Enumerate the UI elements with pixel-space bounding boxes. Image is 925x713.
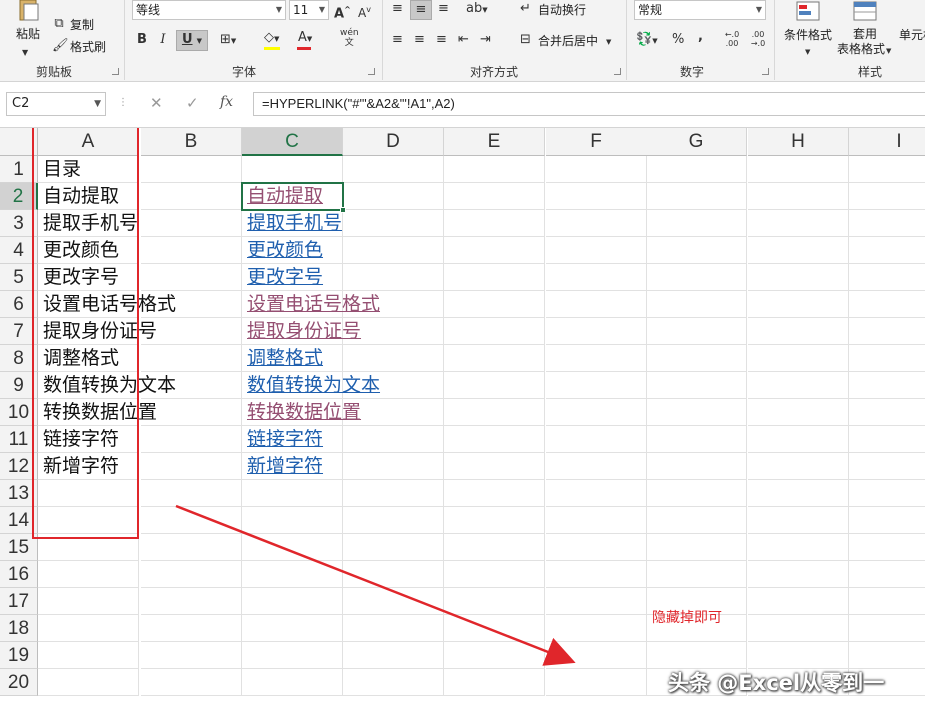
cell-styles-button[interactable]: 单元格	[899, 28, 925, 42]
number-format-select[interactable]: 常规 ▼	[634, 0, 766, 20]
align-middle-icon[interactable]: ≡	[410, 0, 432, 20]
decrease-decimal-button[interactable]: .00 →.0	[748, 30, 768, 48]
fill-color-icon[interactable]: ◇▼	[264, 29, 279, 48]
font-color-icon[interactable]: A▼	[298, 29, 312, 48]
formula-input[interactable]: =HYPERLINK("#'"&A2&"'!A1",A2)	[253, 92, 925, 116]
copy-button[interactable]: 复制	[70, 18, 94, 32]
chevron-down-icon: ▼	[755, 5, 762, 14]
conditional-format-icon	[794, 0, 824, 28]
currency-icon[interactable]: 💱▼	[636, 31, 658, 50]
italic-button[interactable]: I	[156, 31, 170, 49]
align-center-icon[interactable]: ≡	[414, 31, 425, 49]
comma-button[interactable]: ,	[698, 28, 703, 46]
annotation-note: 隐藏掉即可	[652, 610, 722, 626]
phonetic-icon[interactable]: wén 文	[340, 28, 359, 48]
borders-icon[interactable]: ⊞▼	[220, 31, 236, 50]
format-painter-icon: 🖌	[52, 38, 69, 53]
align-right-icon[interactable]: ≡	[436, 31, 447, 49]
alignment-launcher-icon[interactable]	[614, 68, 621, 75]
font-size-select[interactable]: 11 ▼	[289, 0, 329, 20]
alignment-group-label: 对齐方式	[470, 65, 519, 79]
chevron-down-icon[interactable]: ▼	[886, 42, 891, 60]
phonetic-label: wén	[340, 28, 359, 38]
underline-button[interactable]: U ▼	[176, 30, 208, 51]
table-format-button[interactable]: 表格格式	[837, 42, 885, 56]
grow-font-icon[interactable]: A^	[334, 1, 351, 23]
font-name-value: 等线	[136, 3, 161, 17]
chevron-down-icon: ▼	[275, 5, 282, 14]
paste-button[interactable]: 粘贴	[16, 27, 40, 41]
chevron-down-icon[interactable]: ▼	[606, 33, 611, 51]
merge-center-icon: ⊟	[520, 32, 531, 47]
font-color-swatch	[297, 47, 311, 50]
increase-indent-icon[interactable]: ⇥	[480, 31, 491, 49]
increase-decimal-button[interactable]: ←.0 .00	[722, 30, 742, 48]
copy-icon: ⧉	[54, 16, 64, 31]
number-format-value: 常规	[638, 3, 663, 17]
shrink-font-icon[interactable]: Av	[358, 1, 371, 22]
percent-button[interactable]: %	[672, 31, 684, 49]
font-group-label: 字体	[232, 65, 257, 79]
font-size-value: 11	[293, 3, 309, 17]
dropdown-arrow-icon[interactable]: ▼	[22, 44, 28, 62]
bold-button[interactable]: B	[134, 31, 150, 49]
styles-group-label: 样式	[858, 65, 883, 79]
ribbon: 粘贴 ▼ ⧉ 复制 🖌 格式刷 剪贴板 等线 ▼ 11 ▼ A^ Av B I …	[0, 0, 925, 82]
clipboard-launcher-icon[interactable]	[112, 68, 119, 75]
number-group-label: 数字	[680, 65, 705, 79]
more-icon: ⋮	[118, 97, 128, 108]
paste-icon[interactable]	[14, 0, 44, 22]
fill-color-swatch	[264, 47, 280, 50]
chevron-down-icon: ▼	[94, 99, 101, 109]
cancel-icon[interactable]: ✕	[150, 94, 163, 112]
align-bottom-icon[interactable]: ≡	[438, 0, 449, 18]
orientation-icon[interactable]: ab▼	[466, 0, 488, 19]
number-launcher-icon[interactable]	[762, 68, 769, 75]
decrease-indent-icon[interactable]: ⇤	[458, 31, 469, 49]
separator	[382, 0, 383, 80]
chevron-down-icon[interactable]: ▼	[805, 43, 810, 61]
annotation-arrow	[175, 504, 576, 666]
name-box[interactable]: C2 ▼	[6, 92, 106, 116]
format-painter-button[interactable]: 格式刷	[70, 40, 106, 54]
table-format-label-1: 套用	[853, 27, 878, 41]
wrap-text-icon: ↵	[520, 1, 531, 16]
formula-bar: C2 ▼ ⋮ ✕ ✓ fx =HYPERLINK("#'"&A2&"'!A1",…	[0, 82, 925, 128]
conditional-format-button[interactable]: 条件格式	[784, 28, 832, 42]
clipboard-group-label: 剪贴板	[36, 65, 73, 79]
chevron-down-icon: ▼	[318, 5, 325, 14]
wrap-text-button[interactable]: 自动换行	[538, 3, 586, 17]
table-format-icon	[851, 0, 881, 28]
merge-center-button[interactable]: 合并后居中	[538, 34, 598, 48]
separator	[626, 0, 627, 80]
separator	[124, 0, 125, 80]
font-launcher-icon[interactable]	[368, 68, 375, 75]
worksheet-grid: ABCDEFGHI 1 2 3 4 5 6 7 8 9 10 11 12 13 14 15 16 17 18 19 2…	[0, 128, 925, 713]
separator	[774, 0, 775, 80]
font-name-select[interactable]: 等线 ▼	[132, 0, 286, 20]
enter-icon[interactable]: ✓	[186, 94, 199, 112]
chevron-down-icon: ▼	[196, 37, 203, 45]
align-top-icon[interactable]: ≡	[392, 0, 403, 18]
align-left-icon[interactable]: ≡	[392, 31, 403, 49]
underline-label: U	[181, 32, 193, 47]
insert-function-icon[interactable]: fx	[220, 94, 233, 110]
watermark: 头条 @Excel从零到一	[668, 671, 885, 695]
name-box-value: C2	[12, 96, 30, 111]
